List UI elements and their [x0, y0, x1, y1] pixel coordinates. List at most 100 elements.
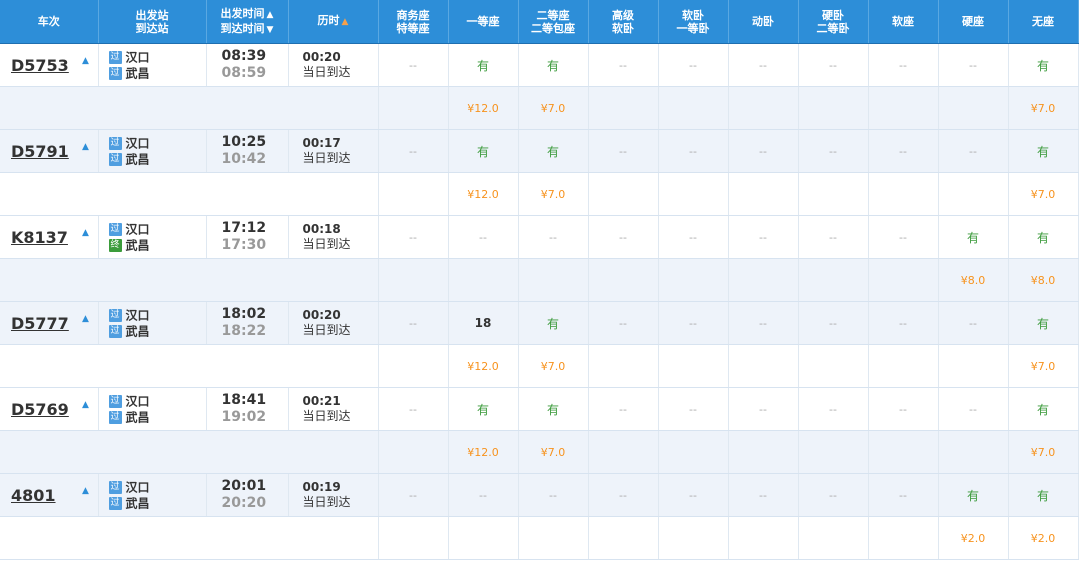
seat-cell[interactable]: --: [868, 387, 939, 431]
seat-cell[interactable]: --: [658, 387, 729, 431]
header-time-arrive[interactable]: 到达时间: [221, 22, 265, 35]
seat-cell[interactable]: --: [448, 215, 519, 259]
expand-caret-icon[interactable]: ▲: [82, 486, 89, 496]
train-row[interactable]: D5769 ▲ 过汉口 过武昌 18:41 19:02 00:21 当日到达 -…: [0, 387, 1080, 431]
seat-cell[interactable]: 有: [518, 301, 589, 345]
expand-caret-icon[interactable]: ▲: [82, 228, 89, 238]
seat-cell[interactable]: 有: [448, 387, 519, 431]
seat-cell[interactable]: 有: [1008, 43, 1079, 87]
header-time-depart[interactable]: 出发时间: [221, 7, 265, 20]
header-soft-seat: 软座: [868, 0, 939, 44]
seat-cell[interactable]: --: [728, 301, 799, 345]
seat-cell[interactable]: --: [798, 129, 869, 173]
seat-cell[interactable]: --: [938, 387, 1009, 431]
train-row[interactable]: D5753 ▲ 过汉口 过武昌 08:39 08:59 00:20 当日到达 -…: [0, 43, 1080, 87]
seat-availability: --: [619, 59, 627, 72]
duration: 00:20: [302, 50, 341, 64]
seat-cell[interactable]: --: [588, 301, 659, 345]
seat-cell[interactable]: 有: [518, 129, 589, 173]
seat-cell[interactable]: --: [658, 129, 729, 173]
train-row[interactable]: D5791 ▲ 过汉口 过武昌 10:25 10:42 00:17 当日到达 -…: [0, 129, 1080, 173]
seat-cell[interactable]: --: [448, 473, 519, 517]
arrive-time: 10:42: [221, 151, 267, 167]
seat-cell[interactable]: --: [378, 129, 449, 173]
seat-cell[interactable]: --: [518, 473, 589, 517]
seat-cell[interactable]: --: [798, 301, 869, 345]
seat-cell[interactable]: --: [658, 473, 729, 517]
seat-cell[interactable]: 有: [1008, 387, 1079, 431]
header-duration[interactable]: 历时 ▲: [288, 0, 379, 44]
train-row[interactable]: 4801 ▲ 过汉口 过武昌 20:01 20:20 00:19 当日到达 --…: [0, 473, 1080, 517]
depart-time: 18:02: [221, 306, 267, 322]
seat-cell[interactable]: --: [728, 215, 799, 259]
seat-cell[interactable]: --: [938, 43, 1009, 87]
seat-cell[interactable]: --: [938, 129, 1009, 173]
seat-cell[interactable]: 18: [448, 301, 519, 345]
seat-cell[interactable]: --: [588, 215, 659, 259]
seat-cell[interactable]: --: [868, 473, 939, 517]
train-list-table: 车次 出发站 到达站 出发时间 ▲ 到达时间 ▼ 历时 ▲ 商务座 特等座 一等座 二等…: [0, 0, 1080, 560]
expand-caret-icon[interactable]: ▲: [82, 400, 89, 410]
seat-cell[interactable]: --: [728, 473, 799, 517]
seat-cell[interactable]: --: [798, 43, 869, 87]
train-number-link[interactable]: D5777: [11, 314, 69, 333]
seat-cell[interactable]: --: [378, 43, 449, 87]
seat-cell[interactable]: --: [938, 301, 1009, 345]
seat-cell[interactable]: --: [798, 473, 869, 517]
train-cell: D5791 ▲: [0, 129, 99, 173]
train-number-link[interactable]: K8137: [11, 228, 68, 247]
seat-cell[interactable]: --: [798, 215, 869, 259]
train-row[interactable]: K8137 ▲ 过汉口 终武昌 17:12 17:30 00:18 当日到达 -…: [0, 215, 1080, 259]
seat-cell[interactable]: 有: [1008, 129, 1079, 173]
train-number-link[interactable]: D5753: [11, 56, 69, 75]
seat-cell[interactable]: --: [658, 215, 729, 259]
expand-caret-icon[interactable]: ▲: [82, 56, 89, 66]
seat-price: ¥7.0: [1030, 101, 1056, 115]
seat-cell[interactable]: 有: [1008, 301, 1079, 345]
expand-caret-icon[interactable]: ▲: [82, 142, 89, 152]
seat-cell[interactable]: --: [658, 301, 729, 345]
sort-down-icon[interactable]: ▼: [267, 24, 274, 37]
expand-caret-icon[interactable]: ▲: [82, 314, 89, 324]
seat-cell[interactable]: --: [588, 43, 659, 87]
seat-cell[interactable]: --: [868, 301, 939, 345]
seat-cell[interactable]: --: [378, 215, 449, 259]
seat-cell[interactable]: 有: [938, 473, 1009, 517]
seat-cell[interactable]: --: [378, 387, 449, 431]
header-times[interactable]: 出发时间 ▲ 到达时间 ▼: [206, 0, 289, 44]
seat-cell[interactable]: --: [378, 473, 449, 517]
price-row-spacer: [0, 86, 379, 130]
arrive-day: 当日到达: [302, 495, 351, 509]
seat-cell[interactable]: --: [868, 215, 939, 259]
train-number-link[interactable]: 4801: [11, 486, 56, 505]
seat-cell[interactable]: --: [588, 387, 659, 431]
seat-cell[interactable]: 有: [1008, 215, 1079, 259]
seat-cell[interactable]: 有: [448, 43, 519, 87]
seat-cell[interactable]: --: [798, 387, 869, 431]
seat-cell[interactable]: 有: [1008, 473, 1079, 517]
train-number-link[interactable]: D5769: [11, 400, 69, 419]
seat-cell[interactable]: --: [728, 129, 799, 173]
seat-cell[interactable]: 有: [938, 215, 1009, 259]
price-cell: [868, 344, 939, 388]
seat-cell[interactable]: --: [868, 129, 939, 173]
seat-cell[interactable]: --: [728, 387, 799, 431]
sort-up-icon[interactable]: ▲: [267, 9, 274, 22]
seat-cell[interactable]: 有: [448, 129, 519, 173]
station-cell: 过汉口 终武昌: [98, 215, 207, 259]
seat-cell[interactable]: --: [728, 43, 799, 87]
seat-cell[interactable]: 有: [518, 387, 589, 431]
sort-up-icon[interactable]: ▲: [342, 16, 349, 29]
train-number-link[interactable]: D5791: [11, 142, 69, 161]
seat-cell[interactable]: 有: [518, 43, 589, 87]
seat-availability: --: [549, 489, 557, 502]
seat-cell[interactable]: --: [588, 129, 659, 173]
seat-cell[interactable]: --: [518, 215, 589, 259]
header-dong-sleep: 动卧: [728, 0, 799, 44]
depart-time: 18:41: [221, 392, 267, 408]
seat-cell[interactable]: --: [378, 301, 449, 345]
seat-cell[interactable]: --: [658, 43, 729, 87]
train-row[interactable]: D5777 ▲ 过汉口 过武昌 18:02 18:22 00:20 当日到达 -…: [0, 301, 1080, 345]
seat-cell[interactable]: --: [868, 43, 939, 87]
seat-cell[interactable]: --: [588, 473, 659, 517]
